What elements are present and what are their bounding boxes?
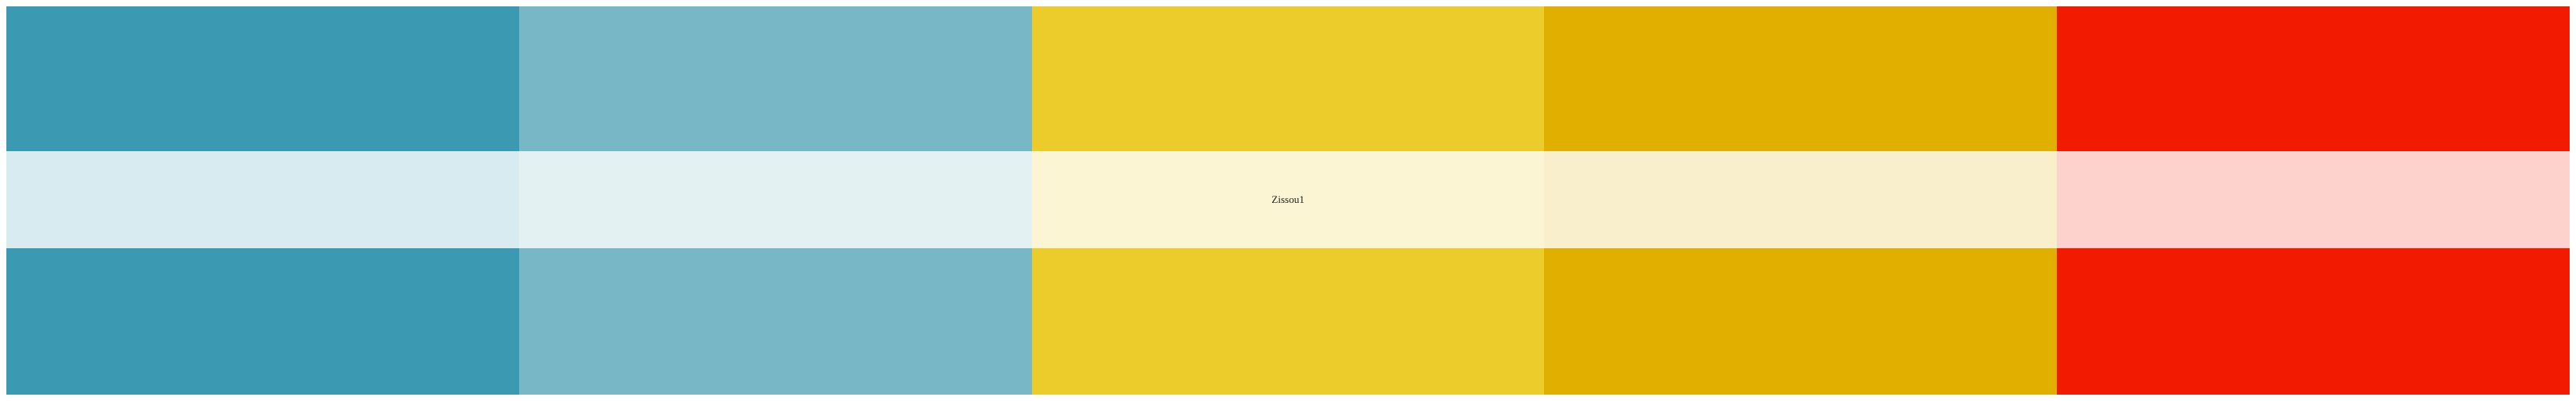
swatch-4-middle [1544,151,2058,248]
swatch-2 [518,6,1032,395]
swatch-2-top [518,6,1032,151]
swatch-4 [1544,6,2058,395]
swatch-1-bottom [6,248,519,395]
swatch-1 [6,6,519,395]
swatch-5 [2057,6,2570,395]
swatch-2-bottom [518,248,1032,395]
swatch-3 [1031,6,1545,395]
swatch-3-middle [1031,151,1545,248]
swatch-1-middle [6,151,519,248]
swatch-1-top [6,6,519,151]
swatch-4-top [1544,6,2058,151]
swatch-5-top [2057,6,2570,151]
swatch-5-middle [2057,151,2570,248]
color-palette [6,6,2570,395]
swatch-3-bottom [1031,248,1545,395]
swatch-2-middle [518,151,1032,248]
swatch-4-bottom [1544,248,2058,395]
swatch-5-bottom [2057,248,2570,395]
swatch-3-top [1031,6,1545,151]
